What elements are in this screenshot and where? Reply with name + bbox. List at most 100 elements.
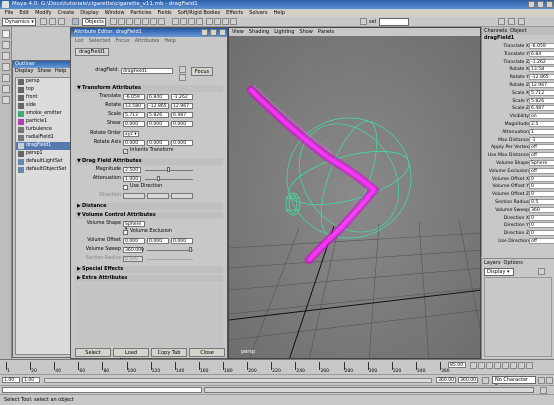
- channel-value-field[interactable]: on: [529, 113, 554, 120]
- select-mask-icon-7[interactable]: [158, 18, 165, 25]
- channel-value-field[interactable]: 1: [529, 128, 554, 135]
- select-mask-icon-4[interactable]: [134, 18, 141, 25]
- channel-row[interactable]: Direction Y0: [482, 222, 554, 229]
- go-to-input-icon[interactable]: [179, 66, 186, 73]
- select-mask-icon-2[interactable]: [118, 18, 125, 25]
- volume-sweep-slider[interactable]: [147, 250, 193, 251]
- mel-command-input[interactable]: [2, 387, 202, 393]
- channel-row[interactable]: Volume Offset Z0: [482, 191, 554, 198]
- render-globals-icon[interactable]: [230, 18, 237, 25]
- rotate-y-field[interactable]: -12.865: [147, 103, 169, 109]
- manipulator-tool-icon[interactable]: [2, 85, 10, 93]
- outliner-menu-show[interactable]: Show: [37, 68, 51, 75]
- rotate-axis-y-field[interactable]: 0.000: [147, 140, 169, 146]
- channel-row[interactable]: Translate Z -1.262: [482, 58, 554, 66]
- translate-y-field[interactable]: 6.840: [147, 94, 169, 100]
- translate-x-field[interactable]: -6.059: [123, 94, 145, 100]
- ae-menu-attributes[interactable]: Attributes: [135, 37, 160, 45]
- channel-value-field[interactable]: off: [529, 167, 554, 174]
- module-dropdown[interactable]: Dynamics ▾: [2, 18, 36, 26]
- step-forward-key-icon[interactable]: [510, 362, 517, 369]
- channel-value-field[interactable]: 0: [529, 230, 554, 237]
- volume-sweep-field[interactable]: 360.000: [123, 247, 144, 253]
- tab-object[interactable]: Object: [510, 27, 526, 35]
- channel-value-field[interactable]: off: [529, 238, 554, 244]
- section-distance[interactable]: ▶ Distance: [75, 203, 223, 210]
- menu-window[interactable]: Window: [102, 9, 128, 17]
- snap-grid-icon[interactable]: [172, 18, 179, 25]
- select-tool-icon[interactable]: [2, 30, 10, 38]
- channel-value-field[interactable]: 0: [529, 175, 554, 182]
- volume-offset-y-field[interactable]: 0.000: [147, 238, 169, 244]
- section-transform-attributes[interactable]: ▼ Transform Attributes: [75, 85, 223, 92]
- show-channel-box-icon[interactable]: [518, 18, 525, 25]
- outliner-menu-help[interactable]: Help: [55, 68, 66, 75]
- outliner-item-defaultlightset[interactable]: defaultLightSet: [16, 158, 78, 166]
- channel-row[interactable]: Use Max Distance off: [482, 152, 554, 159]
- menu-modify[interactable]: Modify: [32, 9, 55, 17]
- section-extra-attributes[interactable]: ▶ Extra Attributes: [75, 275, 223, 282]
- quick-select-icon[interactable]: [360, 18, 367, 25]
- ae-menu-help[interactable]: Help: [164, 37, 175, 45]
- translate-z-field[interactable]: -1.262: [171, 94, 193, 100]
- snap-view-plane-icon[interactable]: [196, 18, 203, 25]
- character-set-icon[interactable]: [482, 377, 489, 384]
- rotate-z-field[interactable]: 12.967: [171, 103, 193, 109]
- channel-row[interactable]: Max Distance -1: [482, 136, 554, 144]
- range-slider[interactable]: [44, 378, 432, 383]
- volume-offset-x-field[interactable]: 0.000: [123, 238, 145, 244]
- channel-row[interactable]: Magnitude 2.5: [482, 121, 554, 128]
- start-time-field[interactable]: 1.00: [2, 377, 20, 383]
- channel-row[interactable]: Section Radius 0.5: [482, 199, 554, 206]
- select-by-hierarchy-icon[interactable]: [72, 18, 79, 25]
- channel-value-field[interactable]: 6.487: [529, 105, 554, 112]
- menu-fields[interactable]: Fields: [155, 9, 175, 17]
- menu-effects[interactable]: Effects: [223, 9, 246, 17]
- channel-value-field[interactable]: -1: [529, 136, 554, 143]
- ae-menu-focus[interactable]: Focus: [115, 37, 129, 45]
- shear-z-field[interactable]: 0.000: [171, 121, 193, 127]
- outliner-menu-display[interactable]: Display: [15, 68, 33, 75]
- save-scene-icon[interactable]: [58, 18, 65, 25]
- tab-channels[interactable]: Channels: [484, 27, 507, 35]
- end-time-field[interactable]: 360.00: [458, 377, 478, 383]
- auto-key-icon[interactable]: [538, 377, 545, 384]
- channel-row[interactable]: Rotate X 13.58: [482, 66, 554, 73]
- node-name-field[interactable]: dragField1: [121, 68, 173, 74]
- use-direction-checkbox[interactable]: [123, 185, 128, 190]
- tab-dragfield1[interactable]: dragField1: [75, 48, 110, 56]
- channel-row[interactable]: Translate X -6.059: [482, 43, 554, 50]
- scale-z-field[interactable]: 6.487: [171, 112, 193, 118]
- quick-selection-field[interactable]: [379, 18, 409, 26]
- magnitude-slider-handle[interactable]: [167, 167, 170, 172]
- ae-menu-list[interactable]: List: [75, 37, 84, 45]
- section-drag-field-attributes[interactable]: ▼ Drag Field Attributes: [75, 158, 223, 165]
- channel-row[interactable]: Use Direction off: [482, 238, 554, 245]
- volume-offset-z-field[interactable]: 0.000: [171, 238, 193, 244]
- channel-value-field[interactable]: 12.967: [529, 82, 554, 88]
- select-mask-icon-3[interactable]: [126, 18, 133, 25]
- rotate-axis-z-field[interactable]: 0.000: [171, 140, 193, 146]
- inherits-transform-checkbox[interactable]: ✓: [123, 149, 128, 154]
- load-attributes-button[interactable]: Load Attributes: [113, 348, 149, 364]
- snap-curve-icon[interactable]: [180, 18, 187, 25]
- scale-tool-icon[interactable]: [2, 74, 10, 82]
- select-mask-icon-5[interactable]: [142, 18, 149, 25]
- outliner-item-persp[interactable]: persp: [16, 78, 78, 86]
- open-scene-icon[interactable]: [49, 18, 56, 25]
- channel-value-field[interactable]: 0: [529, 214, 554, 221]
- tab-layers[interactable]: Layers: [484, 259, 501, 267]
- channel-row[interactable]: Attenuation 1: [482, 128, 554, 136]
- channel-value-field[interactable]: 13.58: [529, 66, 554, 73]
- show-tool-settings-icon[interactable]: [508, 18, 515, 25]
- outliner-item-radialfield1[interactable]: radialField1: [16, 134, 78, 142]
- selection-mode-dropdown[interactable]: Objects: [82, 18, 106, 26]
- menu-help[interactable]: Help: [270, 9, 287, 17]
- channel-row[interactable]: Apply Per Vertex off: [482, 144, 554, 151]
- outliner-item-side[interactable]: side: [16, 102, 78, 110]
- play-forward-icon[interactable]: [502, 362, 509, 369]
- outliner-item-particle1[interactable]: particle1: [16, 118, 78, 126]
- copy-tab-button[interactable]: Copy Tab: [151, 348, 187, 357]
- channel-row[interactable]: Direction X0: [482, 214, 554, 222]
- ae-close-button[interactable]: [219, 29, 226, 36]
